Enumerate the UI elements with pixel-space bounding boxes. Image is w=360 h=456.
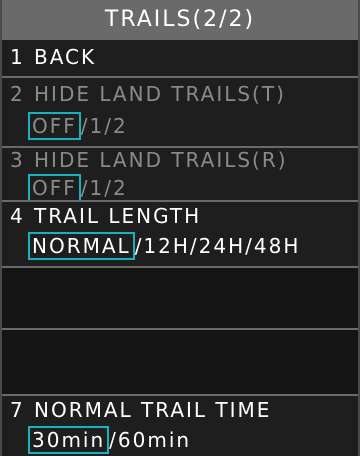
trails-menu-panel: TRAILS(2/2) 1 BACK 2 HIDE LAND TRAILS(T) O… bbox=[0, 0, 360, 456]
menu-item-number: 3 bbox=[10, 148, 25, 172]
menu-item-label: HIDE LAND TRAILS(R) bbox=[34, 148, 288, 172]
menu-item-number: 7 bbox=[10, 398, 25, 422]
selected-option[interactable]: OFF bbox=[28, 112, 81, 140]
menu-item-number: 1 bbox=[10, 45, 25, 69]
empty-menu-slot bbox=[2, 268, 358, 328]
menu-title: TRAILS(2/2) bbox=[2, 0, 358, 40]
menu-item-back[interactable]: 1 BACK bbox=[2, 40, 358, 76]
option-list[interactable]: /1/2 bbox=[81, 114, 128, 138]
option-list[interactable]: /1/2 bbox=[81, 176, 128, 200]
option-list[interactable]: /60min bbox=[109, 428, 191, 452]
option-list[interactable]: /12H/24H/48H bbox=[135, 234, 301, 258]
selected-option[interactable]: 30min bbox=[28, 426, 110, 454]
menu-item-number: 2 bbox=[10, 82, 25, 106]
menu-item-label: TRAIL LENGTH bbox=[34, 204, 202, 228]
menu-item-number: 4 bbox=[10, 204, 25, 228]
menu-item-hide-land-trails-r[interactable]: 3 HIDE LAND TRAILS(R) OFF/1/2 bbox=[2, 148, 358, 202]
empty-menu-slot bbox=[2, 330, 358, 394]
selected-option[interactable]: OFF bbox=[28, 174, 81, 202]
selected-option[interactable]: NORMAL bbox=[28, 232, 135, 260]
menu-item-label: BACK bbox=[34, 45, 97, 69]
menu-item-trail-length[interactable]: 4 TRAIL LENGTH NORMAL/12H/24H/48H bbox=[2, 202, 358, 266]
menu-item-hide-land-trails-t[interactable]: 2 HIDE LAND TRAILS(T) OFF/1/2 bbox=[2, 78, 358, 146]
menu-item-label: NORMAL TRAIL TIME bbox=[34, 398, 272, 422]
menu-item-normal-trail-time[interactable]: 7 NORMAL TRAIL TIME 30min/60min bbox=[2, 396, 358, 456]
menu-item-label: HIDE LAND TRAILS(T) bbox=[34, 82, 286, 106]
